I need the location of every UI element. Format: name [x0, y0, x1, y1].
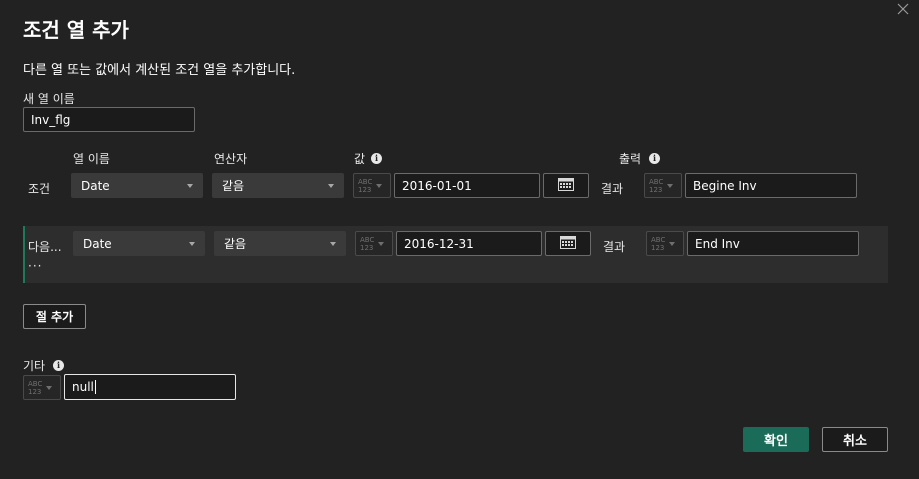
row2-value-text: 2016-12-31 — [404, 236, 474, 251]
cancel-button[interactable]: 취소 — [822, 427, 888, 452]
row1-calendar-button[interactable] — [543, 173, 589, 198]
row1-value-input[interactable]: 2016-01-01 — [394, 173, 540, 198]
row2-value-input[interactable]: 2016-12-31 — [396, 231, 542, 256]
row2-result-label: 결과 — [603, 240, 626, 254]
type-abc-label: ABC — [649, 177, 664, 186]
chevron-down-icon — [189, 241, 195, 246]
dialog-description: 다른 열 또는 값에서 계산된 조건 열을 추가합니다. — [23, 63, 296, 78]
text-cursor — [94, 380, 96, 394]
new-column-name-value: Inv_flg — [31, 112, 71, 127]
else-label: 기타 — [23, 359, 46, 373]
row2-value-type-button[interactable]: ABC 123 — [355, 231, 393, 256]
add-clause-button[interactable]: 절 추가 — [23, 304, 86, 329]
row2-calendar-button[interactable] — [545, 231, 591, 256]
row1-operator-value: 같음 — [222, 179, 245, 193]
row1-column-value: Date — [81, 178, 110, 193]
else-value-input[interactable]: null — [64, 374, 236, 400]
type-123-label: 123 — [360, 243, 374, 252]
row2-operator-value: 같음 — [224, 237, 247, 251]
type-abc-label: ABC — [651, 235, 666, 244]
close-icon[interactable] — [895, 2, 911, 18]
type-123-label: 123 — [358, 185, 372, 194]
row1-result-label: 결과 — [601, 182, 624, 196]
chevron-down-icon — [328, 183, 334, 188]
header-output: 출력 — [619, 152, 642, 166]
type-123-label: 123 — [28, 387, 42, 396]
condition-prefix: 조건 — [28, 182, 51, 196]
row2-output-type-button[interactable]: ABC 123 — [646, 231, 684, 256]
else-value-text: null — [72, 380, 94, 394]
row1-output-input[interactable]: Begine Inv — [685, 173, 857, 198]
row1-value-type-button[interactable]: ABC 123 — [353, 173, 391, 198]
row1-operator-select[interactable]: 같음 — [212, 173, 344, 198]
row2-operator-select[interactable]: 같음 — [214, 231, 346, 256]
chevron-down-icon — [667, 183, 674, 188]
chevron-down-icon — [376, 183, 383, 188]
row2-column-select[interactable]: Date — [73, 231, 205, 256]
chevron-down-icon — [46, 385, 53, 390]
chevron-down-icon — [669, 241, 676, 246]
row2-output-input[interactable]: End Inv — [687, 231, 859, 256]
chevron-down-icon — [187, 183, 193, 188]
new-column-label: 새 열 이름 — [23, 92, 75, 106]
else-if-prefix: 다음... — [28, 240, 62, 254]
header-value: 값 — [354, 152, 366, 166]
header-column-name: 열 이름 — [73, 152, 110, 166]
ok-button[interactable]: 확인 — [743, 427, 809, 452]
calendar-icon — [560, 234, 576, 253]
new-column-name-input[interactable]: Inv_flg — [23, 107, 195, 132]
chevron-down-icon — [330, 241, 336, 246]
type-abc-label: ABC — [28, 379, 43, 388]
row1-value-text: 2016-01-01 — [402, 178, 472, 193]
header-operator: 연산자 — [214, 152, 248, 166]
type-123-label: 123 — [651, 243, 665, 252]
calendar-icon — [558, 176, 574, 195]
type-abc-label: ABC — [360, 235, 375, 244]
dialog-title: 조건 열 추가 — [23, 18, 129, 42]
row1-output-text: Begine Inv — [693, 178, 757, 193]
row2-output-text: End Inv — [695, 236, 740, 251]
value-info-icon[interactable]: i — [371, 153, 382, 164]
row1-output-type-button[interactable]: ABC 123 — [644, 173, 682, 198]
type-abc-label: ABC — [358, 177, 373, 186]
type-123-label: 123 — [649, 185, 663, 194]
output-info-icon[interactable]: i — [649, 153, 660, 164]
row1-column-select[interactable]: Date — [71, 173, 203, 198]
else-info-icon[interactable]: i — [53, 360, 64, 371]
else-type-button[interactable]: ABC 123 — [23, 375, 61, 400]
row2-column-value: Date — [83, 236, 112, 251]
more-options-icon[interactable]: ··· — [28, 259, 42, 273]
chevron-down-icon — [378, 241, 385, 246]
